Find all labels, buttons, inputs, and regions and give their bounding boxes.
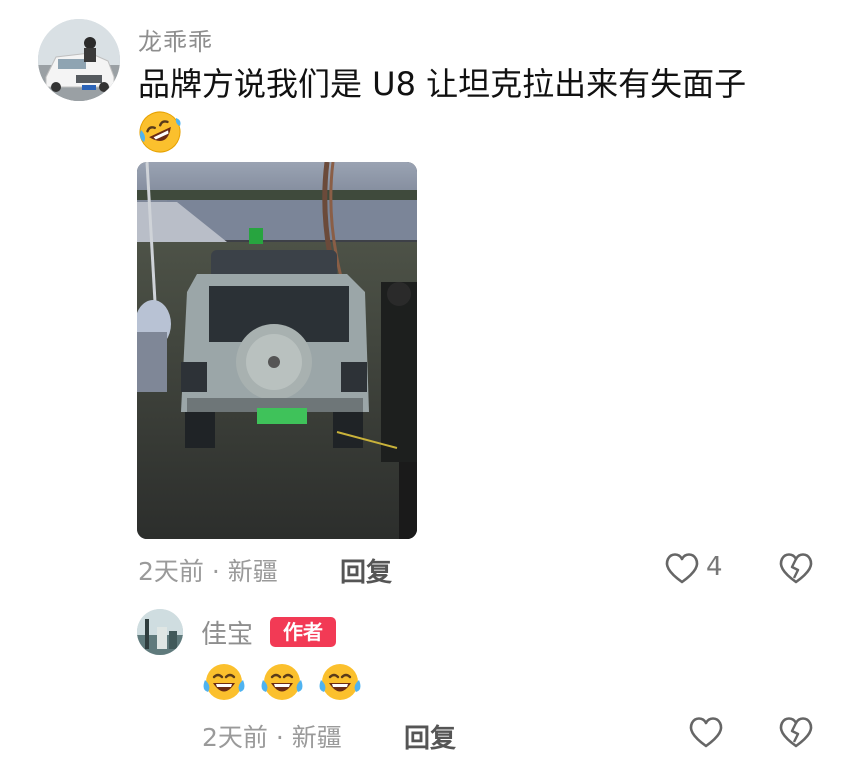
suv-photo [137, 162, 417, 539]
reply-time-location: 2天前 · 新疆 [202, 723, 342, 752]
tears-of-joy-emoji-icon [203, 664, 245, 700]
avatar-car-image [38, 19, 120, 101]
reply-reply-button[interactable]: 回复 [404, 718, 456, 755]
tears-of-joy-emoji-icon [319, 664, 361, 700]
like-heart-icon[interactable] [662, 548, 702, 588]
reply-avatar[interactable] [137, 609, 183, 655]
tears-of-joy-emoji-icon [261, 664, 303, 700]
dislike-broken-heart-icon[interactable] [776, 548, 816, 588]
dislike-broken-heart-icon[interactable] [776, 712, 816, 752]
author-badge: 作者 [270, 617, 336, 647]
reply-username[interactable]: 佳宝 [201, 614, 253, 651]
avatar[interactable] [38, 19, 120, 101]
comment-text: 品牌方说我们是 U8 让坦克拉出来有失面子 [138, 65, 747, 103]
comment-username[interactable]: 龙乖乖 [138, 22, 213, 57]
like-heart-icon[interactable] [686, 712, 726, 752]
comment-thread: 龙乖乖 品牌方说我们是 U8 让坦克拉出来有失面子 2天前 · 新疆 回复 4 … [0, 0, 852, 768]
reply-avatar-image [137, 609, 183, 655]
like-count: 4 [706, 552, 723, 582]
reply-button[interactable]: 回复 [340, 552, 392, 589]
rofl-emoji-icon [139, 111, 181, 153]
comment-image[interactable] [137, 162, 417, 539]
comment-time-location: 2天前 · 新疆 [138, 557, 278, 586]
